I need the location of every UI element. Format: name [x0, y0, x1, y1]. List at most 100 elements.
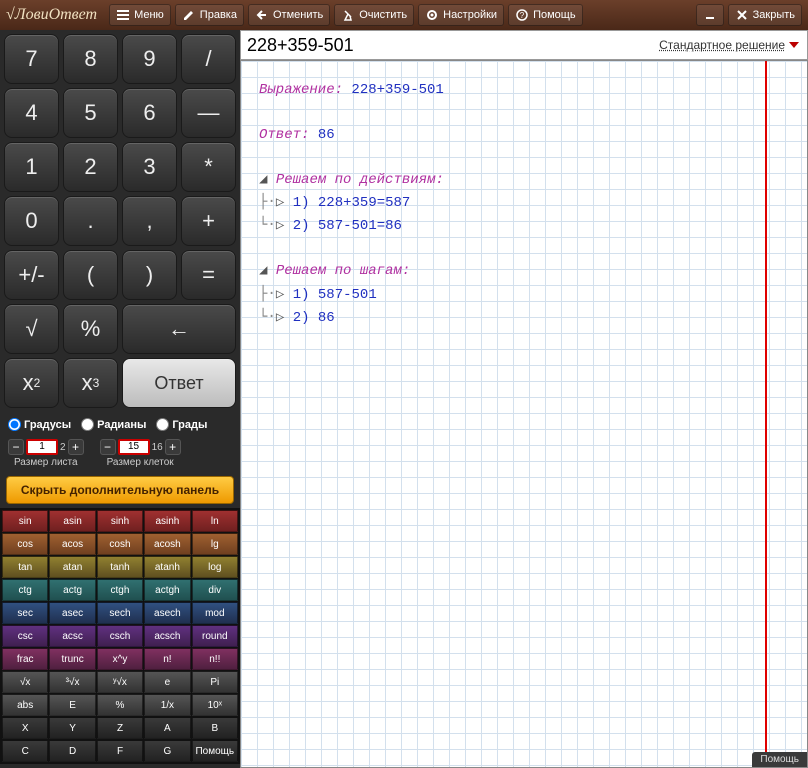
- func-ctgh[interactable]: ctgh: [97, 579, 143, 601]
- tree-item-icon[interactable]: ▷: [276, 195, 284, 211]
- func-g[interactable]: G: [144, 740, 190, 762]
- menu-button[interactable]: Меню: [109, 4, 171, 26]
- func-n[interactable]: n!!: [192, 648, 238, 670]
- key-9[interactable]: 9: [122, 34, 177, 84]
- tree-collapse-icon[interactable]: ◢: [259, 263, 267, 279]
- func-acos[interactable]: acos: [49, 533, 95, 555]
- func-[interactable]: %: [97, 694, 143, 716]
- func-lg[interactable]: lg: [192, 533, 238, 555]
- func-tan[interactable]: tan: [2, 556, 48, 578]
- sheet-size-plus[interactable]: +: [68, 439, 84, 455]
- angle-degrees-radio[interactable]: [8, 418, 21, 431]
- key-0[interactable]: 0: [4, 196, 59, 246]
- func-sinh[interactable]: sinh: [97, 510, 143, 532]
- undo-button[interactable]: Отменить: [248, 4, 330, 26]
- func-atan[interactable]: atan: [49, 556, 95, 578]
- func-a[interactable]: A: [144, 717, 190, 739]
- angle-degrees[interactable]: Градусы: [8, 418, 71, 431]
- func-actg[interactable]: actg: [49, 579, 95, 601]
- close-button[interactable]: Закрыть: [728, 4, 802, 26]
- func-z[interactable]: Z: [97, 717, 143, 739]
- func-x[interactable]: √x: [2, 671, 48, 693]
- sheet-size-minus[interactable]: −: [8, 439, 24, 455]
- key-plus[interactable]: +: [181, 196, 236, 246]
- func-sech[interactable]: sech: [97, 602, 143, 624]
- tree-item-icon[interactable]: ▷: [276, 287, 284, 303]
- key-answer[interactable]: Ответ: [122, 358, 236, 408]
- func-csch[interactable]: csch: [97, 625, 143, 647]
- func-xy[interactable]: x^y: [97, 648, 143, 670]
- key-1[interactable]: 1: [4, 142, 59, 192]
- key-comma[interactable]: ,: [122, 196, 177, 246]
- key-equals[interactable]: =: [181, 250, 236, 300]
- func-[interactable]: Помощь: [192, 740, 238, 762]
- cell-size-plus[interactable]: +: [165, 439, 181, 455]
- tree-item-icon[interactable]: ▷: [276, 310, 284, 326]
- func-asech[interactable]: asech: [144, 602, 190, 624]
- solution-mode-dropdown[interactable]: Стандартное решение: [651, 38, 807, 52]
- func-asin[interactable]: asin: [49, 510, 95, 532]
- key-3[interactable]: 3: [122, 142, 177, 192]
- key-divide[interactable]: /: [181, 34, 236, 84]
- clear-button[interactable]: Очистить: [334, 4, 414, 26]
- func-ctg[interactable]: ctg: [2, 579, 48, 601]
- func-acsc[interactable]: acsc: [49, 625, 95, 647]
- func-abs[interactable]: abs: [2, 694, 48, 716]
- func-b[interactable]: B: [192, 717, 238, 739]
- func-ln[interactable]: ln: [192, 510, 238, 532]
- help-button[interactable]: ? Помощь: [508, 4, 583, 26]
- func-acosh[interactable]: acosh: [144, 533, 190, 555]
- key-8[interactable]: 8: [63, 34, 118, 84]
- func-mod[interactable]: mod: [192, 602, 238, 624]
- help-tab[interactable]: Помощь: [752, 752, 807, 767]
- angle-grads[interactable]: Грады: [156, 418, 207, 431]
- minimize-button[interactable]: [696, 4, 724, 26]
- func-tanh[interactable]: tanh: [97, 556, 143, 578]
- func-c[interactable]: C: [2, 740, 48, 762]
- key-dot[interactable]: .: [63, 196, 118, 246]
- key-5[interactable]: 5: [63, 88, 118, 138]
- func-frac[interactable]: frac: [2, 648, 48, 670]
- tree-item-icon[interactable]: ▷: [276, 218, 284, 234]
- func-csc[interactable]: csc: [2, 625, 48, 647]
- func-log[interactable]: log: [192, 556, 238, 578]
- cell-size-minus[interactable]: −: [100, 439, 116, 455]
- key-plusminus[interactable]: +/-: [4, 250, 59, 300]
- key-cube[interactable]: x3: [63, 358, 118, 408]
- func-acsch[interactable]: acsch: [144, 625, 190, 647]
- tree-collapse-icon[interactable]: ◢: [259, 172, 267, 188]
- func-sin[interactable]: sin: [2, 510, 48, 532]
- key-minus[interactable]: —: [181, 88, 236, 138]
- key-2[interactable]: 2: [63, 142, 118, 192]
- key-percent[interactable]: %: [63, 304, 118, 354]
- angle-grads-radio[interactable]: [156, 418, 169, 431]
- func-round[interactable]: round: [192, 625, 238, 647]
- settings-button[interactable]: Настройки: [418, 4, 504, 26]
- toggle-extra-panel-button[interactable]: Скрыть дополнительную панель: [6, 476, 234, 504]
- func-asinh[interactable]: asinh: [144, 510, 190, 532]
- func-d[interactable]: D: [49, 740, 95, 762]
- angle-radians-radio[interactable]: [81, 418, 94, 431]
- func-pi[interactable]: Pi: [192, 671, 238, 693]
- func-y[interactable]: Y: [49, 717, 95, 739]
- func-f[interactable]: F: [97, 740, 143, 762]
- func-e[interactable]: E: [49, 694, 95, 716]
- key-backspace[interactable]: ←: [122, 304, 236, 354]
- edit-button[interactable]: Правка: [175, 4, 244, 26]
- key-7[interactable]: 7: [4, 34, 59, 84]
- func-x[interactable]: ʸ√x: [97, 671, 143, 693]
- func-actgh[interactable]: actgh: [144, 579, 190, 601]
- key-sqrt[interactable]: √: [4, 304, 59, 354]
- func-cosh[interactable]: cosh: [97, 533, 143, 555]
- func-1x[interactable]: 1/x: [144, 694, 190, 716]
- func-x[interactable]: X: [2, 717, 48, 739]
- key-square[interactable]: x2: [4, 358, 59, 408]
- expression-input[interactable]: [241, 33, 651, 58]
- key-6[interactable]: 6: [122, 88, 177, 138]
- key-lparen[interactable]: (: [63, 250, 118, 300]
- func-10[interactable]: 10ˣ: [192, 694, 238, 716]
- func-x[interactable]: ³√x: [49, 671, 95, 693]
- func-cos[interactable]: cos: [2, 533, 48, 555]
- func-asec[interactable]: asec: [49, 602, 95, 624]
- func-div[interactable]: div: [192, 579, 238, 601]
